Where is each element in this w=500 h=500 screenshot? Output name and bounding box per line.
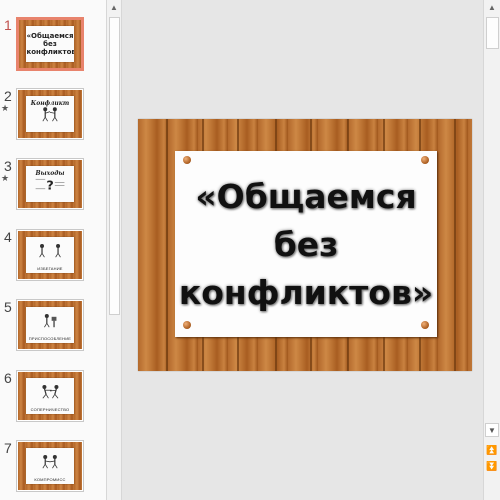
wood-background: КОМПРОМИСС <box>18 442 82 490</box>
slide-thumbnail-5[interactable]: ПРИСПОСОБЛЕНИЕ <box>16 299 84 351</box>
nail-icon <box>183 321 191 329</box>
nail-icon <box>183 156 191 164</box>
slide-number: 5 <box>4 299 12 315</box>
slide-thumbnail-pane: 1 «Общаемся без конфликтов» 2 ★ Конфликт… <box>0 0 106 500</box>
slide-number: 7 <box>4 440 12 456</box>
question-mark-icon: ? <box>36 179 65 192</box>
thumbnail-scrollbar[interactable]: ▲ <box>106 0 122 500</box>
plank-seam <box>166 119 168 371</box>
rivalry-figures-icon <box>42 384 59 399</box>
animation-star-icon: ★ <box>1 103 10 113</box>
conflict-figures-icon <box>42 107 59 122</box>
compromise-figures-icon <box>42 454 59 469</box>
slide-thumbnail-4[interactable]: ИЗБЕГАНИЕ <box>16 229 84 281</box>
title-line: «Общаемся <box>195 177 417 216</box>
scrollbar-thumb[interactable] <box>486 17 499 49</box>
slide-thumbnail-1[interactable]: «Общаемся без конфликтов» <box>16 17 84 71</box>
slide-number: 1 <box>4 17 12 33</box>
slide-editor: «Общаемся без конфликтов» <box>122 0 483 500</box>
title-line: без <box>273 225 339 264</box>
avoidance-figures-icon <box>39 243 62 258</box>
wood-background: Конфликт <box>18 90 82 138</box>
sign-board: СОПЕРНИЧЕСТВО <box>25 377 75 415</box>
svg-text:?: ? <box>47 179 54 192</box>
nail-icon <box>421 321 429 329</box>
animation-star-icon: ★ <box>1 173 10 183</box>
slide-number: 2 <box>4 88 12 104</box>
editor-scrollbar[interactable]: ▲ ▼ ⏫ ⏬ <box>483 0 500 500</box>
sign-board: ПРИСПОСОБЛЕНИЕ <box>25 306 75 344</box>
next-slide-icon[interactable]: ⏬ <box>484 459 500 473</box>
thumbnail-caption: КОМПРОМИСС <box>34 477 66 483</box>
thumbnail-title: «Общаемся без конфликтов» <box>26 32 74 57</box>
slide-thumbnail-6[interactable]: СОПЕРНИЧЕСТВО <box>16 370 84 422</box>
nail-icon <box>421 156 429 164</box>
sign-board: Конфликт <box>25 95 75 133</box>
scroll-up-arrow-icon[interactable]: ▲ <box>107 0 121 16</box>
thumbnail-caption: ИЗБЕГАНИЕ <box>37 266 63 272</box>
slide-thumbnail-3[interactable]: Выходы ? <box>16 158 84 210</box>
previous-slide-icon[interactable]: ⏫ <box>484 443 500 457</box>
sign-board: Выходы ? <box>25 165 75 203</box>
slide-thumbnail-7[interactable]: КОМПРОМИСС <box>16 440 84 492</box>
sign-board: «Общаемся без конфликтов» <box>26 25 74 63</box>
plank-seam <box>454 119 456 371</box>
slide-number: 3 <box>4 158 12 174</box>
wood-background: СОПЕРНИЧЕСТВО <box>18 372 82 420</box>
slide-title[interactable]: «Общаемся без конфликтов» <box>175 173 437 317</box>
adaptation-figures-icon <box>44 313 57 328</box>
scroll-up-arrow-icon[interactable]: ▲ <box>484 0 500 16</box>
slide-number: 6 <box>4 370 12 386</box>
slide-number: 4 <box>4 229 12 245</box>
wood-background: ИЗБЕГАНИЕ <box>18 231 82 279</box>
slide-thumbnail-2[interactable]: Конфликт <box>16 88 84 140</box>
scroll-down-arrow-icon[interactable]: ▼ <box>485 423 499 437</box>
wood-background: Выходы ? <box>18 160 82 208</box>
thumbnail-caption: ПРИСПОСОБЛЕНИЕ <box>28 336 72 342</box>
sign-board: КОМПРОМИСС <box>25 447 75 485</box>
scrollbar-thumb[interactable] <box>109 17 120 315</box>
thumbnail-caption: СОПЕРНИЧЕСТВО <box>30 407 70 413</box>
wood-background: «Общаемся без конфликтов» <box>19 20 81 68</box>
title-line: конфликтов» <box>178 273 434 312</box>
wood-background: ПРИСПОСОБЛЕНИЕ <box>18 301 82 349</box>
current-slide[interactable]: «Общаемся без конфликтов» <box>138 119 472 371</box>
title-sign: «Общаемся без конфликтов» <box>175 151 437 337</box>
sign-board: ИЗБЕГАНИЕ <box>25 236 75 274</box>
